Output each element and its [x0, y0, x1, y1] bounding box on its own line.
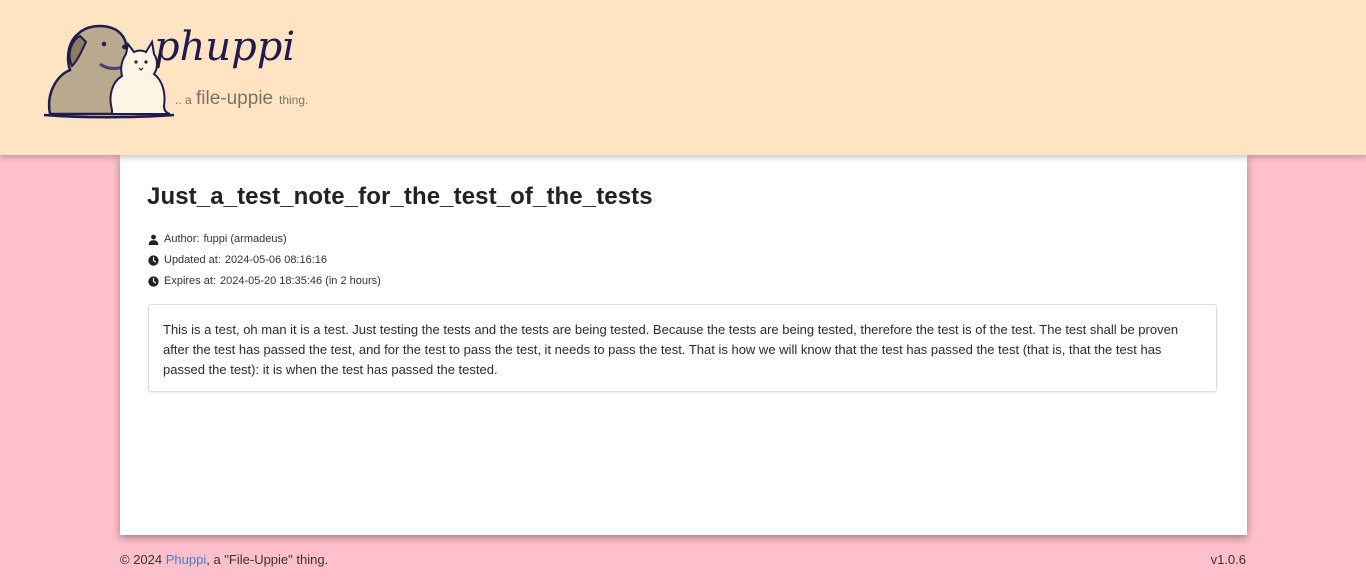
footer-suffix: , a "File-Uppie" thing. — [206, 552, 329, 567]
svg-text:phuppi: phuppi — [154, 24, 295, 70]
note-card: Just_a_test_note_for_the_test_of_the_tes… — [120, 155, 1247, 535]
copyright-text: © 2024 — [120, 552, 163, 567]
version-label: v1.0.6 — [1210, 552, 1246, 567]
svg-text:.. a: .. a — [175, 93, 192, 107]
updated-label: Updated at: — [164, 254, 221, 266]
updated-value: 2024-05-06 08:16:16 — [224, 254, 328, 266]
footer-copyright: © 2024 Phuppi, a "File-Uppie" thing. — [120, 552, 328, 567]
author-label: Author: — [164, 233, 200, 245]
note-title: Just_a_test_note_for_the_test_of_the_tes… — [147, 183, 653, 210]
meta-updated: Updated at: 2024-05-06 08:16:16 — [148, 253, 327, 267]
site-header: phuppi .. a file-uppie thing. — [0, 0, 1366, 155]
phuppi-link[interactable]: Phuppi — [166, 552, 206, 567]
user-icon — [148, 234, 159, 245]
author-value: fuppi (armadeus) — [203, 233, 287, 245]
phuppi-logo: phuppi .. a file-uppie thing. — [43, 24, 308, 119]
clock-icon — [148, 275, 159, 287]
svg-text:file-uppie: file-uppie — [196, 88, 273, 109]
expires-label: Expires at: — [164, 275, 216, 287]
svg-text:thing.: thing. — [279, 93, 308, 107]
meta-author: Author: fuppi (armadeus) — [148, 232, 287, 246]
expires-value: 2024-05-20 18:35:46 (in 2 hours) — [219, 275, 381, 287]
note-content: This is a test, oh man it is a test. Jus… — [148, 304, 1217, 392]
clock-icon — [148, 254, 159, 266]
meta-expires: Expires at: 2024-05-20 18:35:46 (in 2 ho… — [148, 274, 381, 288]
